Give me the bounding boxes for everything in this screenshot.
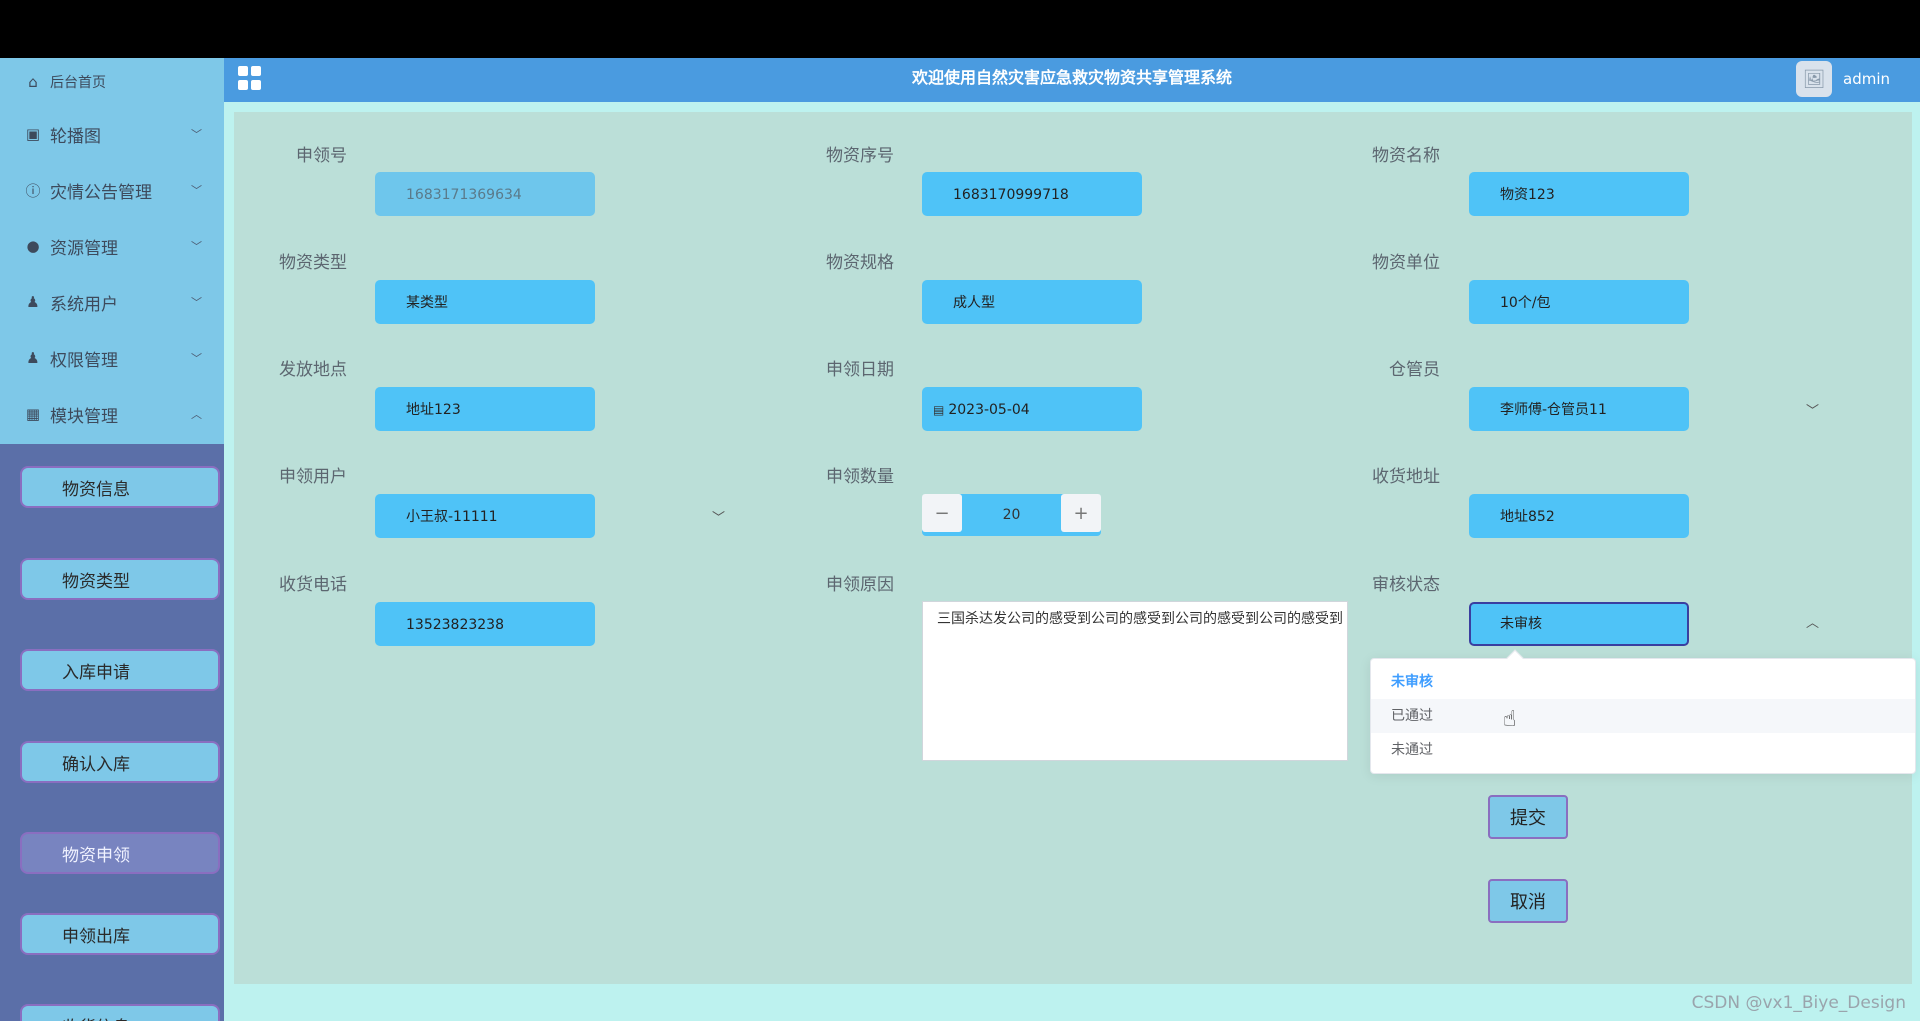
reason-label: 申领原因 bbox=[826, 575, 894, 595]
apply-user-select[interactable]: 小王叔-11111 bbox=[375, 494, 595, 538]
sidebar-item-permissions[interactable]: ♟ 权限管理 ﹀ bbox=[0, 330, 224, 386]
item-type-label: 物资类型 bbox=[279, 253, 347, 273]
quantity-value[interactable]: 20 bbox=[962, 494, 1061, 536]
page-title: 欢迎使用自然灾害应急救灾物资共享管理系统 bbox=[911, 68, 1232, 87]
sidebar-item-label: 灾情公告管理 bbox=[50, 182, 152, 203]
location-icon: ● bbox=[26, 237, 40, 255]
chevron-down-icon: ﹀ bbox=[191, 128, 202, 141]
form-panel bbox=[234, 112, 1912, 984]
submenu-item-supply-info[interactable]: 物资信息 bbox=[20, 466, 220, 508]
submenu-item-apply-stock-out[interactable]: 申领出库 bbox=[20, 913, 220, 955]
submenu-item-confirm-stock-in[interactable]: 确认入库 bbox=[20, 741, 220, 783]
item-spec-field[interactable]: 成人型 bbox=[922, 280, 1142, 324]
sidebar-item-carousel[interactable]: ▣ 轮播图 ﹀ bbox=[0, 106, 224, 162]
audit-status-select[interactable]: 未审核 bbox=[1469, 602, 1689, 646]
chevron-down-icon: ﹀ bbox=[191, 352, 202, 365]
apply-date-value: 2023-05-04 bbox=[948, 402, 1030, 418]
item-spec-label: 物资规格 bbox=[826, 253, 894, 273]
plus-icon[interactable]: + bbox=[1061, 494, 1101, 532]
sidebar-item-home[interactable]: ⌂ 后台首页 bbox=[0, 58, 224, 106]
chevron-down-icon: ﹀ bbox=[191, 240, 202, 253]
dropdown-option[interactable]: 未通过 bbox=[1371, 733, 1915, 767]
apply-date-label: 申领日期 bbox=[826, 360, 894, 380]
sidebar-item-label: 系统用户 bbox=[50, 294, 118, 315]
chevron-down-icon[interactable]: ﹀ bbox=[712, 507, 725, 526]
top-header: 欢迎使用自然灾害应急救灾物资共享管理系统 🖼 admin bbox=[224, 58, 1920, 102]
ship-address-field[interactable]: 地址852 bbox=[1469, 494, 1689, 538]
audit-status-label: 审核状态 bbox=[1372, 575, 1440, 595]
grid-icon: ▦ bbox=[25, 405, 41, 423]
item-name-label: 物资名称 bbox=[1372, 146, 1440, 166]
submit-button[interactable]: 提交 bbox=[1488, 795, 1568, 839]
username[interactable]: admin bbox=[1843, 58, 1890, 100]
audit-status-dropdown: 未审核 已通过 未通过 bbox=[1370, 649, 1916, 774]
picture-icon: ▣ bbox=[25, 125, 41, 143]
ship-phone-label: 收货电话 bbox=[279, 575, 347, 595]
issue-place-field[interactable]: 地址123 bbox=[375, 387, 595, 431]
minus-icon[interactable]: − bbox=[922, 494, 962, 532]
sidebar-item-modules[interactable]: ▦ 模块管理 ︿ bbox=[0, 386, 224, 442]
apply-user-label: 申领用户 bbox=[279, 467, 347, 487]
cancel-button[interactable]: 取消 bbox=[1488, 879, 1568, 923]
reason-textarea[interactable]: 三国杀达发公司的感受到公司的感受到公司的感受到公司的感受到 bbox=[922, 601, 1348, 761]
sidebar-item-resources[interactable]: ● 资源管理 ﹀ bbox=[0, 218, 224, 274]
apply-no-field: 1683171369634 bbox=[375, 172, 595, 216]
avatar[interactable]: 🖼 bbox=[1796, 61, 1832, 97]
submenu-item-receipt-info[interactable]: 收货信息 bbox=[20, 1004, 220, 1021]
item-unit-label: 物资单位 bbox=[1372, 253, 1440, 273]
chevron-down-icon: ﹀ bbox=[191, 296, 202, 309]
chevron-down-icon: ﹀ bbox=[191, 184, 202, 197]
item-serial-field[interactable]: 1683170999718 bbox=[922, 172, 1142, 216]
dropdown-option[interactable]: 未审核 bbox=[1371, 665, 1915, 699]
info-circle-icon: ⓘ bbox=[25, 181, 41, 200]
chevron-up-icon: ︿ bbox=[191, 408, 202, 421]
user-icon: ♟ bbox=[26, 349, 40, 367]
sidebar-item-label: 资源管理 bbox=[50, 238, 118, 259]
quantity-label: 申领数量 bbox=[826, 467, 894, 487]
sidebar-item-label: 后台首页 bbox=[50, 75, 106, 91]
submenu-item-supply-apply[interactable]: 物资申领 bbox=[20, 832, 220, 874]
hand-cursor-icon: ☝ bbox=[1503, 707, 1517, 732]
sidebar-item-label: 权限管理 bbox=[50, 350, 118, 371]
quantity-stepper: − 20 + bbox=[922, 494, 1101, 536]
item-serial-label: 物资序号 bbox=[826, 146, 894, 166]
sidebar-item-label: 模块管理 bbox=[50, 406, 118, 427]
watermark: CSDN @vx1_Biye_Design bbox=[1691, 993, 1906, 1013]
user-icon: ♟ bbox=[26, 293, 40, 311]
home-icon: ⌂ bbox=[28, 73, 38, 91]
submenu-item-stock-in-request[interactable]: 入库申请 bbox=[20, 649, 220, 691]
chevron-up-icon[interactable]: ︿ bbox=[1806, 612, 1819, 631]
ship-address-label: 收货地址 bbox=[1372, 467, 1440, 487]
sidebar-item-disaster-notice[interactable]: ⓘ 灾情公告管理 ﹀ bbox=[0, 162, 224, 218]
keeper-select[interactable]: 李师傅-仓管员11 bbox=[1469, 387, 1689, 431]
sidebar-item-label: 轮播图 bbox=[50, 126, 101, 147]
apply-no-label: 申领号 bbox=[296, 146, 347, 166]
ship-phone-field[interactable]: 13523823238 bbox=[375, 602, 595, 646]
chevron-down-icon[interactable]: ﹀ bbox=[1806, 400, 1819, 419]
issue-place-label: 发放地点 bbox=[279, 360, 347, 380]
sidebar-menu: ⌂ 后台首页 ▣ 轮播图 ﹀ ⓘ 灾情公告管理 ﹀ ● 资源管理 ﹀ ♟ 系统用… bbox=[0, 58, 224, 444]
sidebar-item-system-users[interactable]: ♟ 系统用户 ﹀ bbox=[0, 274, 224, 330]
item-type-field[interactable]: 某类型 bbox=[375, 280, 595, 324]
dropdown-option[interactable]: 已通过 bbox=[1371, 699, 1915, 733]
item-unit-field[interactable]: 10个/包 bbox=[1469, 280, 1689, 324]
apply-date-picker[interactable]: ▤ 2023-05-04 bbox=[922, 387, 1142, 431]
calendar-icon: ▤ bbox=[933, 403, 945, 417]
item-name-field[interactable]: 物资123 bbox=[1469, 172, 1689, 216]
submenu-item-supply-type[interactable]: 物资类型 bbox=[20, 558, 220, 600]
sidebar: ⌂ 后台首页 ▣ 轮播图 ﹀ ⓘ 灾情公告管理 ﹀ ● 资源管理 ﹀ ♟ 系统用… bbox=[0, 58, 224, 1021]
keeper-label: 仓管员 bbox=[1389, 360, 1440, 380]
